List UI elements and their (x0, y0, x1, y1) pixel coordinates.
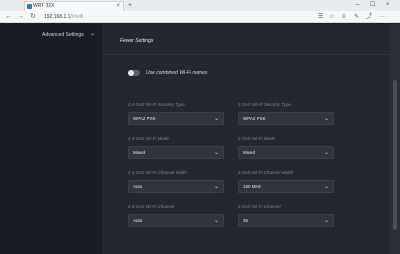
notes-icon[interactable]: ✎ (354, 12, 359, 22)
security-type-5-select[interactable]: WPA2 PSK ⌄ (238, 112, 334, 125)
wifi-mode-24-select[interactable]: Mixed ⌄ (128, 146, 224, 159)
close-window-icon[interactable]: × (386, 0, 390, 10)
chevron-down-icon: ⌄ (323, 116, 329, 122)
select-value: 160 MHz (243, 184, 262, 189)
address-host: 192.168.1.1 (44, 14, 71, 20)
chevron-down-icon[interactable]: ⌄ (90, 30, 95, 37)
channel-24-select[interactable]: Auto ⌄ (128, 214, 224, 227)
security-type-5-label: 5 GHz Wi-Fi Security Type (238, 102, 291, 107)
new-tab-button[interactable]: + (128, 1, 132, 10)
chevron-down-icon: ⌄ (213, 218, 219, 224)
channel-width-5-select[interactable]: 160 MHz ⌄ (238, 180, 334, 193)
address-path: /#/wifi (70, 14, 84, 20)
channel-24-label: 2.4 GHz Wi-Fi Channel (128, 204, 175, 209)
channel-5-label: 5 GHz Wi-Fi Channel (238, 204, 281, 209)
channel-width-24-label: 2.4 GHz Wi-Fi Channel Width (128, 170, 187, 175)
select-value: Mixed (243, 150, 256, 155)
favorite-icon[interactable]: ☆ (329, 12, 334, 22)
wifi-mode-24-label: 2.4 GHz Wi-Fi Mode (128, 136, 169, 141)
back-icon[interactable]: ← (5, 12, 12, 22)
scroll-thumb[interactable] (393, 80, 397, 230)
select-value: Auto (133, 184, 143, 189)
toggle-knob (128, 70, 134, 76)
favicon-icon (27, 4, 32, 9)
security-type-24-label: 2.4 GHz Wi-Fi Security Type (128, 102, 185, 107)
select-value: Mixed (133, 150, 146, 155)
sidebar-item-advanced-settings[interactable]: Advanced Settings (42, 32, 84, 38)
security-type-24-select[interactable]: WPA2 PSK ⌄ (128, 112, 224, 125)
title-bar: WRT 32X × + – ☐ × (0, 0, 400, 11)
hub-icon[interactable]: ≡ (342, 12, 346, 22)
share-icon[interactable]: ⤴ (366, 12, 372, 22)
navigation-bar: ← → ↻ 192.168.1.1/#/wifi ☰ ☆ ≡ ✎ ⤴ ··· (0, 11, 400, 23)
wifi-mode-5-select[interactable]: Mixed ⌄ (238, 146, 334, 159)
chevron-down-icon: ⌄ (323, 184, 329, 190)
tab-title: WRT 32X (33, 3, 55, 9)
wifi-settings-panel: Fewer Settings Use combined Wi-Fi names … (102, 24, 390, 254)
chevron-down-icon: ⌄ (213, 150, 219, 156)
combined-wifi-toggle[interactable] (128, 70, 140, 76)
sidebar: Advanced Settings ⌄ (0, 24, 102, 254)
router-page: Advanced Settings ⌄ Fewer Settings Use c… (0, 24, 400, 254)
address-bar[interactable]: 192.168.1.1/#/wifi (44, 13, 334, 21)
refresh-icon[interactable]: ↻ (30, 12, 36, 22)
browser-tab[interactable]: WRT 32X × (24, 1, 124, 11)
select-value: Auto (133, 218, 143, 223)
divider (102, 54, 390, 55)
tab-close-icon[interactable]: × (116, 2, 120, 11)
chevron-down-icon: ⌄ (323, 218, 329, 224)
maximize-icon[interactable]: ☐ (370, 0, 375, 10)
select-value: WPA2 PSK (133, 116, 156, 121)
select-value: 36 (243, 218, 249, 223)
chevron-down-icon: ⌄ (213, 184, 219, 190)
minimize-icon[interactable]: – (356, 0, 359, 10)
channel-5-select[interactable]: 36 ⌄ (238, 214, 334, 227)
browser-window: WRT 32X × + – ☐ × ← → ↻ 192.168.1.1/#/wi… (0, 0, 400, 254)
scrollbar[interactable] (390, 24, 400, 254)
section-title[interactable]: Fewer Settings (120, 38, 153, 44)
wifi-mode-5-label: 5 GHz Wi-Fi Mode (238, 136, 275, 141)
channel-width-24-select[interactable]: Auto ⌄ (128, 180, 224, 193)
reader-icon[interactable]: ☰ (318, 12, 323, 22)
chevron-down-icon: ⌄ (213, 116, 219, 122)
chevron-down-icon: ⌄ (323, 150, 329, 156)
channel-width-5-label: 5 GHz Wi-Fi Channel Width (238, 170, 294, 175)
more-icon[interactable]: ··· (379, 12, 385, 22)
combined-wifi-label: Use combined Wi-Fi names (146, 70, 208, 76)
forward-icon[interactable]: → (17, 12, 24, 22)
select-value: WPA2 PSK (243, 116, 266, 121)
